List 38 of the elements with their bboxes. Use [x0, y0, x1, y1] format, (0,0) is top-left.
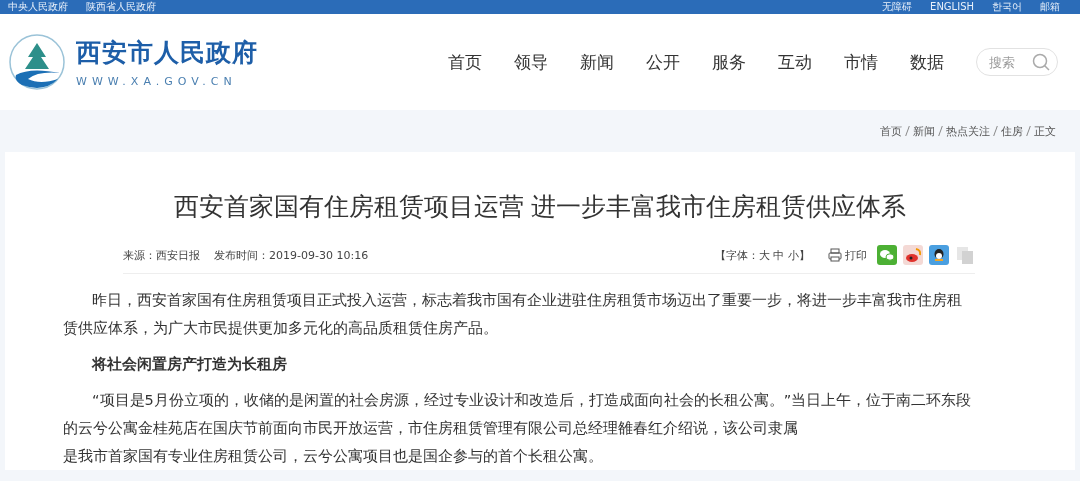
- nav-item[interactable]: 互动: [778, 50, 812, 74]
- paragraph-line: “项目是5月份立项的，收储的是闲置的社会房源，经过专业设计和改造后，打造成面向社会的长租公寓。”当日上午，位于南二环东段: [91, 391, 973, 410]
- nav-item[interactable]: 市情: [844, 50, 878, 74]
- publish-time: 发布时间：2019-09-30 10:16: [214, 247, 369, 263]
- top-link[interactable]: 陕西省人民政府: [86, 1, 156, 13]
- search-icon: [1032, 53, 1050, 71]
- paragraph-line: 昨日，西安首家国有住房租赁项目正式投入运营，标志着我市国有企业进驻住房租赁市场迈出了重要一步，将进一步丰富我市住房租: [91, 291, 963, 310]
- top-link[interactable]: 邮箱: [1040, 1, 1060, 13]
- logo-icon: [8, 33, 66, 91]
- top-link[interactable]: 中央人民政府: [8, 1, 68, 13]
- paragraph-line: 是我市首家国有专业住房租赁公司，云兮公寓项目也是国企参与的首个长租公寓。: [63, 447, 604, 466]
- paragraph-line: 赁供应体系，为广大市民提供更加多元化的高品质租赁住房产品。: [63, 319, 499, 338]
- nav-item[interactable]: 首页: [448, 50, 482, 74]
- nav-item[interactable]: 领导: [514, 50, 548, 74]
- nav-item[interactable]: 数据: [910, 50, 944, 74]
- breadcrumb-link[interactable]: 热点关注: [946, 123, 990, 139]
- print-link[interactable]: 打印: [828, 247, 867, 263]
- top-link[interactable]: 한국어: [992, 1, 1022, 13]
- breadcrumb-link[interactable]: 住房: [1001, 123, 1023, 139]
- breadcrumb-link[interactable]: 首页: [880, 123, 902, 139]
- nav-item[interactable]: 服务: [712, 50, 746, 74]
- site-name: 西安市人民政府: [76, 37, 258, 69]
- search-field[interactable]: 搜索: [976, 48, 1058, 76]
- font-size-control[interactable]: 【字体：大 中 小】: [715, 247, 810, 263]
- section-heading: 将社会闲置房产打造为长租房: [90, 355, 288, 374]
- penguin-icon[interactable]: [929, 245, 949, 265]
- site-url: WWW.XA.GOV.CN: [76, 75, 238, 88]
- printer-icon: [828, 248, 842, 262]
- chat-bubbles-icon[interactable]: [877, 245, 897, 265]
- breadcrumb-link[interactable]: 正文: [1034, 123, 1056, 139]
- paragraph-line: 的云兮公寓金桂苑店在国庆节前面向市民开放运营，市住房租赁管理有限公司总经理雒春红介绍说，该公司隶属: [63, 419, 799, 438]
- top-link[interactable]: ENGLISH: [930, 1, 974, 13]
- breadcrumb-link[interactable]: 新闻: [913, 123, 935, 139]
- article-title: 西安首家国有住房租赁项目运营 进一步丰富我市住房租赁供应体系: [172, 191, 908, 223]
- nav-item[interactable]: 新闻: [580, 50, 614, 74]
- top-link[interactable]: 无障碍: [882, 1, 913, 13]
- source-text: 来源：西安日报: [123, 247, 200, 263]
- nav-item[interactable]: 公开: [646, 50, 680, 74]
